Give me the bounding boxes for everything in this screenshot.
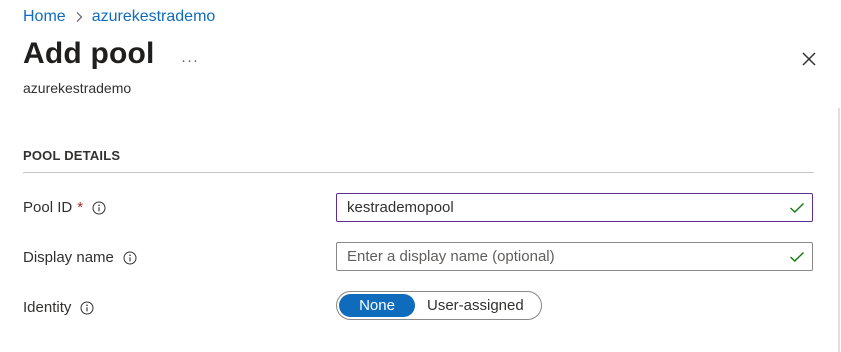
close-icon[interactable] <box>800 50 818 68</box>
display-name-label-text: Display name <box>23 249 114 266</box>
pool-id-label-text: Pool ID <box>23 199 73 216</box>
info-icon[interactable] <box>123 251 137 265</box>
pool-id-input[interactable] <box>336 193 813 222</box>
scrollbar[interactable] <box>838 108 840 352</box>
section-divider <box>23 172 814 173</box>
checkmark-icon <box>790 202 804 213</box>
page-subtitle: azurekestrademo <box>23 80 132 96</box>
identity-toggle: None User-assigned <box>336 291 542 320</box>
required-marker: * <box>77 199 84 216</box>
breadcrumb-home-link[interactable]: Home <box>23 8 66 26</box>
page-title: Add pool <box>23 37 155 70</box>
identity-option-none[interactable]: None <box>339 294 415 317</box>
display-name-label: Display name <box>23 249 137 266</box>
identity-label: Identity <box>23 299 94 316</box>
section-title: POOL DETAILS <box>23 148 121 163</box>
breadcrumb-current-link[interactable]: azurekestrademo <box>92 8 216 26</box>
info-icon[interactable] <box>92 201 106 215</box>
chevron-right-icon <box>75 11 83 23</box>
pool-id-label: Pool ID * <box>23 199 106 216</box>
identity-label-text: Identity <box>23 299 72 316</box>
more-options-button[interactable]: ··· <box>181 52 199 69</box>
breadcrumb: Home azurekestrademo <box>23 8 215 26</box>
identity-option-user-assigned[interactable]: User-assigned <box>415 294 534 317</box>
display-name-input[interactable] <box>336 242 813 271</box>
checkmark-icon <box>790 251 804 262</box>
info-icon[interactable] <box>80 301 94 315</box>
